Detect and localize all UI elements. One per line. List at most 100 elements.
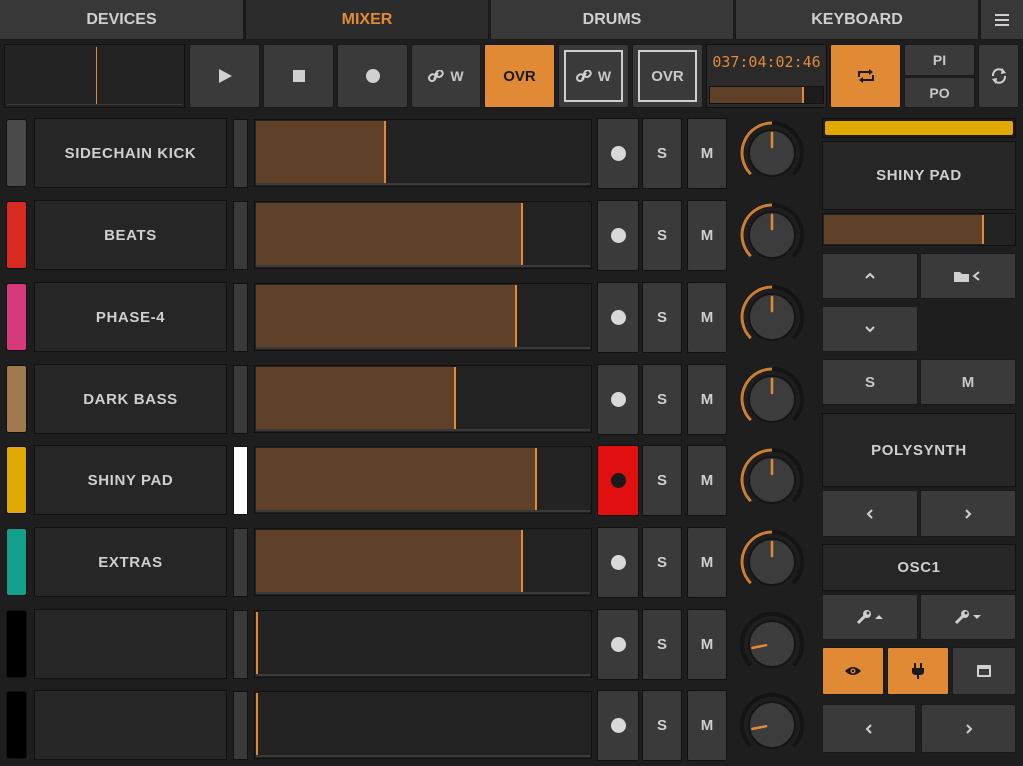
track-color-chip[interactable] [6,691,27,759]
track-name[interactable]: DARK BASS [34,364,227,434]
write-automation-button[interactable]: W [411,44,481,108]
device-next-button[interactable] [920,490,1016,537]
track-mute-button[interactable]: M [687,527,727,598]
track-color-chip[interactable] [6,610,27,678]
selected-track-volume[interactable] [822,213,1016,246]
track-name[interactable]: SIDECHAIN KICK [34,118,227,188]
page-up-button[interactable] [822,594,918,640]
page-down-button[interactable] [920,594,1016,640]
track-color-chip[interactable] [6,446,27,514]
overdub-button[interactable]: OVR [484,44,555,108]
track-solo-button[interactable]: S [642,609,682,680]
track-mute-button[interactable]: M [687,609,727,680]
exit-group-button[interactable] [920,253,1016,299]
show-device-button[interactable] [822,647,884,695]
track-pan-knob[interactable] [738,365,806,433]
track-solo-button[interactable]: S [642,200,682,271]
track-color-chip[interactable] [6,201,27,269]
track-color-chip[interactable] [6,119,27,187]
track-color-chip[interactable] [6,365,27,433]
tab-devices[interactable]: DEVICES [0,0,245,39]
track-solo-button[interactable]: S [642,445,682,516]
device-window-button[interactable] [952,647,1016,695]
track-volume-slider[interactable] [254,283,592,351]
track-select-strip[interactable] [233,119,248,188]
track-arm-button[interactable] [597,445,639,516]
track-solo-button[interactable]: S [642,282,682,353]
track-arm-button[interactable] [597,200,639,271]
punch-in-button[interactable]: PI [904,44,975,76]
device-prev-button[interactable] [822,490,918,537]
track-mute-button[interactable]: M [687,364,727,435]
track-name[interactable]: PHASE-4 [34,282,227,352]
record-button[interactable] [337,44,408,108]
track-solo-button[interactable]: S [642,527,682,598]
position-display[interactable]: 037:04:02:46 [706,44,827,108]
track-color-chip[interactable] [6,528,27,596]
track-volume-slider[interactable] [254,201,592,269]
track-arm-button[interactable] [597,527,639,598]
track-arm-button[interactable] [597,118,639,189]
track-mute-button[interactable]: M [687,282,727,353]
track-name[interactable]: EXTRAS [34,527,227,597]
track-mute-button[interactable]: M [687,690,727,761]
bottom-next-button[interactable] [921,704,1016,753]
bottom-prev-button[interactable] [822,704,916,753]
track-select-strip[interactable] [233,365,248,434]
track-solo-button[interactable]: S [642,118,682,189]
track-arm-button[interactable] [597,690,639,761]
track-volume-slider[interactable] [254,119,592,187]
refresh-button[interactable] [978,44,1019,108]
clip-overdub-button[interactable]: OVR [632,44,703,108]
track-mute-button[interactable]: M [687,118,727,189]
track-pan-knob[interactable] [738,446,806,514]
track-volume-slider[interactable] [254,610,592,678]
punch-out-button[interactable]: PO [904,77,975,108]
track-arm-button[interactable] [597,609,639,680]
track-up-button[interactable] [822,253,918,299]
tab-keyboard[interactable]: KEYBOARD [736,0,980,39]
track-select-strip[interactable] [233,201,248,270]
selected-solo-button[interactable]: S [822,359,918,405]
track-volume-slider[interactable] [254,365,592,433]
enable-device-button[interactable] [887,647,949,695]
play-button[interactable] [189,44,260,108]
position-progress[interactable] [709,86,824,104]
menu-button[interactable] [981,0,1023,39]
track-select-strip[interactable] [233,691,248,760]
track-mute-button[interactable]: M [687,445,727,516]
track-select-strip[interactable] [233,528,248,597]
track-solo-button[interactable]: S [642,690,682,761]
track-pan-knob[interactable] [738,691,806,759]
arrangement-overview[interactable] [4,44,185,108]
track-pan-knob[interactable] [738,283,806,351]
tab-drums[interactable]: DRUMS [491,0,735,39]
track-arm-button[interactable] [597,282,639,353]
selected-mute-button[interactable]: M [920,359,1016,405]
wrench-up-icon [856,610,883,625]
track-down-button[interactable] [822,306,918,352]
track-select-strip[interactable] [233,446,248,515]
track-solo-button[interactable]: S [642,364,682,435]
track-select-strip[interactable] [233,283,248,352]
track-mute-button[interactable]: M [687,200,727,271]
track-pan-knob[interactable] [738,610,806,678]
track-name[interactable]: SHINY PAD [34,445,227,515]
track-name[interactable] [34,690,227,760]
track-arm-button[interactable] [597,364,639,435]
tab-mixer[interactable]: MIXER [246,0,490,39]
track-volume-slider[interactable] [254,691,592,759]
track-pan-knob[interactable] [738,528,806,596]
clip-write-automation-button[interactable]: W [558,44,629,108]
track-volume-slider[interactable] [254,446,592,514]
track-name[interactable] [34,609,227,679]
loop-button[interactable] [830,44,901,108]
track-pan-knob[interactable] [738,201,806,269]
track-pan-knob[interactable] [738,119,806,187]
track-select-strip[interactable] [233,610,248,679]
stop-button[interactable] [263,44,334,108]
track-color-chip[interactable] [6,283,27,351]
track-name[interactable]: BEATS [34,200,227,270]
folder-back-icon [954,271,980,282]
track-volume-slider[interactable] [254,528,592,596]
